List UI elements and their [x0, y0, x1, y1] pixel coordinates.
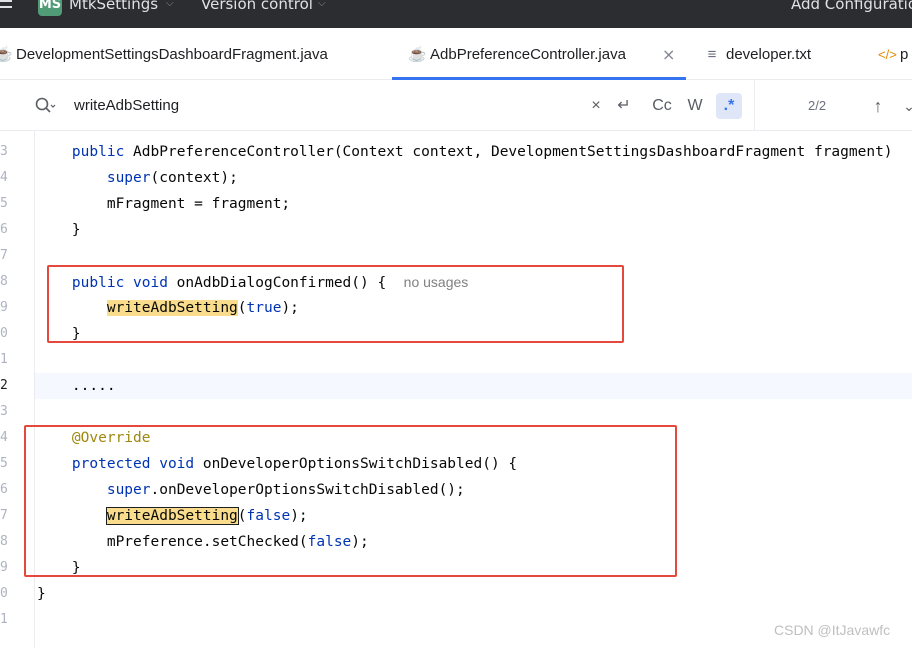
- tab-label: p: [900, 46, 909, 63]
- line-number: 8: [0, 534, 8, 549]
- line-number: 7: [0, 248, 8, 263]
- tab-label: developer.txt: [726, 46, 812, 63]
- whole-words-toggle[interactable]: W: [684, 93, 706, 119]
- chevron-down-icon[interactable]: ⌵: [166, 0, 174, 14]
- line-number: 1: [0, 352, 8, 367]
- line-number: 1: [0, 612, 8, 627]
- tab-adb-preference-controller[interactable]: ☕ AdbPreferenceController.java: [408, 28, 626, 80]
- chevron-down-icon[interactable]: ⌵: [318, 0, 326, 14]
- tab-html-file[interactable]: </> p: [878, 28, 908, 80]
- search-icon[interactable]: [34, 96, 56, 116]
- line-number: 6: [0, 482, 8, 497]
- code-line: public AdbPreferenceController(Context c…: [71, 144, 893, 160]
- regex-toggle[interactable]: .*: [716, 93, 742, 119]
- code-line: .....: [37, 378, 116, 394]
- code-line: super(context);: [106, 170, 238, 186]
- line-number: 3: [0, 144, 8, 159]
- code-line: }: [37, 586, 46, 602]
- line-number: 0: [0, 586, 8, 601]
- find-bar: writeAdbSetting × ↵ Cc W .* 2/2 ↑ ⌄: [0, 80, 912, 131]
- editor-tab-strip: ☕ DevelopmentSettingsDashboardFragment.ja…: [0, 28, 912, 80]
- close-tab-icon[interactable]: ×: [662, 28, 675, 82]
- current-line-highlight: [35, 373, 912, 399]
- next-occurrence-icon[interactable]: ⌄: [902, 93, 912, 119]
- tab-label: AdbPreferenceController.java: [430, 46, 626, 63]
- search-input[interactable]: writeAdbSetting: [74, 80, 179, 132]
- text-file-icon: ≡: [707, 46, 717, 63]
- line-number: 6: [0, 222, 8, 237]
- line-number: 5: [0, 456, 8, 471]
- divider: [754, 80, 755, 130]
- code-line: mFragment = fragment;: [37, 196, 291, 212]
- match-count: 2/2: [808, 98, 827, 113]
- code-editor[interactable]: 3 4 5 6 7 8 9 0 1 2 3 4 5 6 7 8 9 0 1 pu…: [0, 131, 912, 648]
- line-number: 5: [0, 196, 8, 211]
- new-line-icon[interactable]: ↵: [612, 93, 636, 119]
- java-class-icon: ☕: [408, 46, 427, 63]
- project-badge[interactable]: MS: [38, 0, 62, 16]
- line-number: 7: [0, 508, 8, 523]
- version-control-menu[interactable]: Version control: [201, 0, 313, 14]
- project-name[interactable]: MtkSettings: [69, 0, 158, 14]
- line-number: 9: [0, 300, 8, 315]
- line-number: 3: [0, 404, 8, 419]
- match-case-toggle[interactable]: Cc: [650, 93, 674, 119]
- annotation-box: [24, 425, 677, 577]
- line-number: 9: [0, 560, 8, 575]
- tab-label: DevelopmentSettingsDashboardFragment.jav…: [16, 46, 328, 63]
- tab-developer-txt[interactable]: ≡ developer.txt: [704, 28, 811, 80]
- line-number: 4: [0, 430, 8, 445]
- line-number: 8: [0, 274, 8, 289]
- add-configuration-button[interactable]: Add Configuratio: [791, 0, 912, 14]
- html-file-icon: </>: [878, 47, 897, 62]
- code-line: }: [37, 222, 81, 238]
- watermark: CSDN @ItJavawfc: [774, 622, 891, 638]
- tab-development-settings-fragment[interactable]: ☕ DevelopmentSettingsDashboardFragment.ja…: [0, 28, 328, 80]
- line-number: 0: [0, 326, 8, 341]
- annotation-box: [47, 265, 624, 343]
- java-class-icon: ☕: [0, 46, 13, 63]
- previous-occurrence-icon[interactable]: ↑: [868, 93, 888, 119]
- line-number: 4: [0, 170, 8, 185]
- main-menu-icon[interactable]: [0, 0, 12, 8]
- clear-search-icon[interactable]: ×: [588, 93, 604, 119]
- title-bar: MS MtkSettings ⌵ Version control ⌵ Add C…: [0, 0, 912, 28]
- line-number: 2: [0, 378, 8, 393]
